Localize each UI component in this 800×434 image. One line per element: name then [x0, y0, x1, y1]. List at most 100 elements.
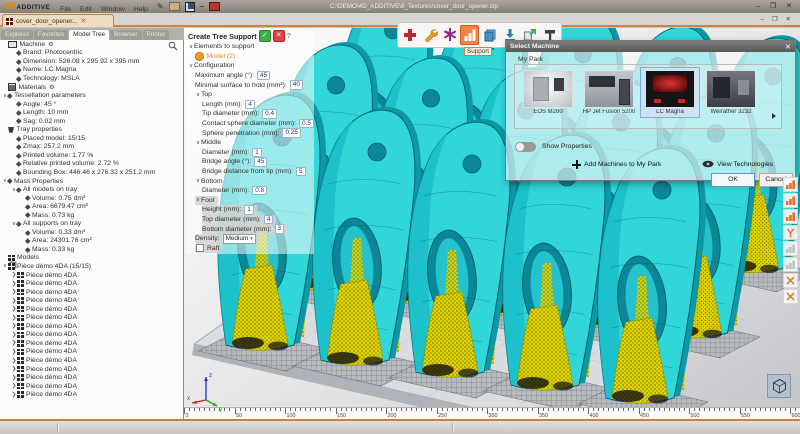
tree-row[interactable]: ❯Pièce démo 4DA — [0, 373, 183, 382]
field-value-input[interactable]: 4 — [245, 100, 255, 110]
tree-row[interactable]: ❯Pièce démo 4DA — [0, 305, 183, 314]
tree-row[interactable]: Volume: 0.33 dm³ — [0, 228, 183, 237]
field-value-input[interactable]: 3 — [275, 224, 285, 234]
carousel-next-icon[interactable] — [772, 113, 776, 119]
toolbar-add-support-button[interactable] — [400, 25, 419, 45]
tree-row[interactable]: Dimension: 526.08 x 295.92 x 395 mm — [0, 57, 183, 66]
toolbar-repair-wrench-button[interactable] — [420, 25, 439, 45]
field-value-input[interactable]: 0.25 — [282, 128, 300, 138]
tree-row[interactable]: ❯Pièce démo 4DA — [0, 271, 183, 280]
field-value-input[interactable]: 1 — [244, 205, 254, 215]
gear-icon[interactable]: ⚙ — [49, 84, 54, 91]
tree-row[interactable]: Volume: 0.75 dm³ — [0, 194, 183, 203]
tab-model-tree[interactable]: Model Tree — [69, 30, 109, 40]
save-icon[interactable] — [185, 2, 195, 12]
tree-row[interactable]: Angle: 45 ° — [0, 100, 183, 109]
tree-row[interactable]: Zmax: 257.2 mm — [0, 143, 183, 152]
field-value-input[interactable]: 5 — [296, 167, 306, 177]
tree-support-button[interactable] — [783, 225, 798, 240]
field-value-input[interactable]: 40 — [290, 80, 303, 90]
tree-row[interactable]: Name: LC Magna — [0, 66, 183, 75]
field-value-input[interactable]: 1 — [252, 148, 262, 158]
tree-row[interactable]: Machine⚙ — [0, 40, 183, 49]
pen-icon[interactable]: ✎ — [157, 2, 164, 11]
field-value-input[interactable]: 0.5 — [299, 119, 314, 129]
open-folder-icon[interactable] — [169, 2, 180, 11]
tree-row[interactable]: Tray properties — [0, 125, 183, 134]
document-window-controls[interactable]: – ❐ ✕ — [760, 15, 794, 23]
tree-row[interactable]: ❯Pièce démo 4DA — [0, 339, 183, 348]
view-technologies-button[interactable]: View Technologies — [702, 160, 773, 168]
tree-row[interactable]: Length: 10 mm — [0, 108, 183, 117]
field-value-input[interactable]: 0.4 — [262, 109, 277, 119]
cancel-x-button[interactable]: ✕ — [273, 30, 285, 42]
support-stats-1-button[interactable] — [783, 177, 798, 192]
toolbar-effects-star-button[interactable] — [440, 25, 459, 45]
support-stats-2-button[interactable] — [783, 193, 798, 208]
print-icon[interactable] — [209, 2, 220, 11]
tree-row[interactable]: ❯Pièce démo 4DA — [0, 356, 183, 365]
tree-row[interactable]: Relative printed volume: 2.72 % — [0, 160, 183, 169]
tree-row[interactable]: Bounding Box: 446.46 x 276.32 x 251.2 mm — [0, 168, 183, 177]
dialog-close-icon[interactable]: ✕ — [785, 43, 791, 51]
machine-card-wr[interactable]: Weirather 3232 — [702, 68, 760, 117]
tree-row[interactable]: Mass: 0.73 kg — [0, 211, 183, 220]
menu-item-window[interactable]: Window — [101, 6, 125, 13]
tree-row[interactable]: ∨Tessellation parameters — [0, 91, 183, 100]
show-properties-toggle[interactable] — [515, 142, 536, 152]
menu-item-edit[interactable]: Edit — [80, 6, 92, 13]
toolbar-support-button[interactable] — [460, 25, 479, 45]
support-stats-3-button[interactable] — [783, 209, 798, 224]
tree-row[interactable]: Sag: 0.02 mm — [0, 117, 183, 126]
tree-row[interactable]: Brand: Photocentric — [0, 49, 183, 58]
tree-row[interactable]: ∨All supports on tray — [0, 219, 183, 228]
field-value-input[interactable]: 0.8 — [252, 186, 267, 196]
tree-row[interactable]: Mass: 0.33 kg — [0, 245, 183, 254]
tree-row[interactable]: Area: 6679.47 cm² — [0, 202, 183, 211]
search-icon[interactable] — [168, 41, 178, 51]
gear-icon[interactable]: ⚙ — [48, 41, 53, 48]
tree-row[interactable]: ∨Pièce démo 4DA (15/15) — [0, 262, 183, 271]
ok-button[interactable]: OK — [711, 173, 755, 187]
delete-support-1-button[interactable] — [783, 273, 798, 288]
menu-item-file[interactable]: File — [60, 6, 71, 13]
machine-card-lc[interactable]: LC Magna — [641, 68, 699, 117]
density-dropdown[interactable]: Medium▾ — [223, 234, 256, 244]
help-icon[interactable]: ? — [287, 33, 291, 40]
tab-favorites[interactable]: Favorites — [34, 30, 68, 40]
tree-row[interactable]: ❯Pièce démo 4DA — [0, 288, 183, 297]
tree-row[interactable]: ❯Pièce démo 4DA — [0, 382, 183, 391]
tree-row[interactable]: ❯Pièce démo 4DA — [0, 331, 183, 340]
tree-row[interactable]: Materials⚙ — [0, 83, 183, 92]
menu-item-help[interactable]: Help — [134, 6, 148, 13]
tab-printer[interactable]: Printer — [143, 30, 170, 40]
machine-card-hp[interactable]: HP Jet Fusion 5200 — [580, 68, 638, 117]
field-value-input[interactable]: 45 — [257, 71, 270, 81]
window-controls[interactable]: – ❐ ✕ — [756, 2, 796, 10]
tree-row[interactable]: ❯Pièce démo 4DA — [0, 365, 183, 374]
tree-row[interactable]: ❯Pièce démo 4DA — [0, 348, 183, 357]
machine-card-eos[interactable]: EOS M280 — [519, 68, 577, 117]
disabled-tool-2-button[interactable] — [783, 257, 798, 272]
tree-row[interactable]: Placed model: 15/15 — [0, 134, 183, 143]
tree-row[interactable]: ❯Pièce démo 4DA — [0, 322, 183, 331]
tree-row[interactable]: ❯Pièce démo 4DA — [0, 296, 183, 305]
tree-row[interactable]: ❯Pièce démo 4DA — [0, 314, 183, 323]
document-tab[interactable]: cover_door_opener... ✕ — [2, 14, 114, 27]
tab-explorer[interactable]: Explorer — [1, 30, 33, 40]
field-value-input[interactable]: 45 — [254, 157, 267, 167]
view-cube-button[interactable] — [767, 374, 791, 398]
field-value-input[interactable]: 4 — [264, 215, 274, 225]
delete-support-2-button[interactable] — [783, 289, 798, 304]
add-machines-button[interactable]: Add Machines to My Park — [572, 160, 661, 169]
tree-row[interactable]: Printed volume: 1.77 % — [0, 151, 183, 160]
tree-row[interactable]: ∨Mass Properties — [0, 177, 183, 186]
toolbar-duplicate-layers-button[interactable] — [480, 25, 499, 45]
tree-row[interactable]: ❯Pièce démo 4DA — [0, 390, 183, 399]
tree-row[interactable]: Area: 24301.76 cm² — [0, 237, 183, 246]
tree-row[interactable]: Technology: MSLA — [0, 74, 183, 83]
tree-row[interactable]: ∨All models on tray — [0, 185, 183, 194]
disabled-tool-1-button[interactable] — [783, 241, 798, 256]
dialog-title-bar[interactable]: Select Machine ✕ — [506, 41, 795, 52]
apply-check-button[interactable]: ✓ — [259, 30, 271, 42]
